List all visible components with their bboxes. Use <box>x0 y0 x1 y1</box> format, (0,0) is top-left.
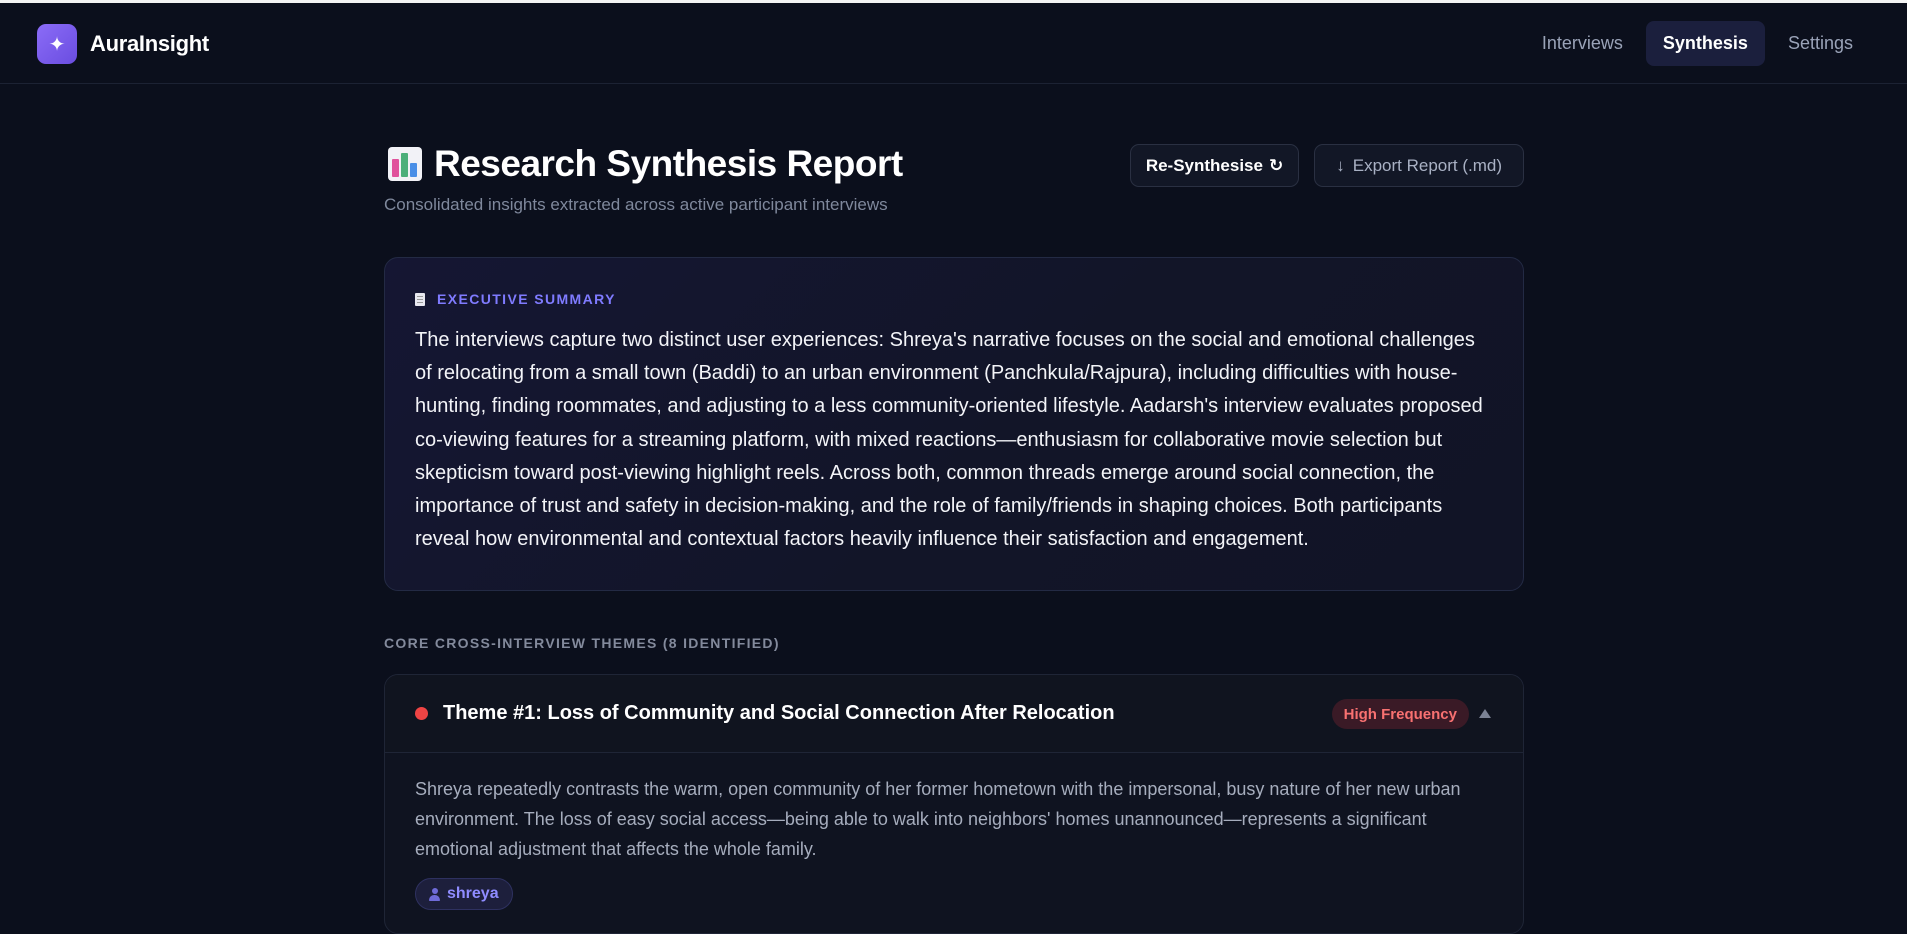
document-icon <box>415 292 425 306</box>
page-header: Research Synthesis Report Consolidated i… <box>384 84 1524 214</box>
executive-summary-label: EXECUTIVE SUMMARY <box>437 291 616 307</box>
theme-header[interactable]: Theme #1: Loss of Community and Social C… <box>385 675 1523 753</box>
main-content: Research Synthesis Report Consolidated i… <box>384 84 1524 934</box>
brand[interactable]: ✦ AuraInsight <box>37 24 209 64</box>
header-actions: Re-Synthesise ↻ ↓ Export Report (.md) <box>1129 144 1524 187</box>
export-report-button[interactable]: ↓ Export Report (.md) <box>1314 144 1524 187</box>
theme-description: Shreya repeatedly contrasts the warm, op… <box>415 779 1461 859</box>
resynthesise-label: Re-Synthesise <box>1145 155 1263 175</box>
frequency-badge: High Frequency <box>1331 699 1469 729</box>
nav-item-settings[interactable]: Settings <box>1771 21 1870 66</box>
executive-summary-heading: EXECUTIVE SUMMARY <box>415 291 1493 307</box>
main-nav: Interviews Synthesis Settings <box>1525 21 1870 66</box>
top-navigation-bar: ✦ AuraInsight Interviews Synthesis Setti… <box>0 0 1907 84</box>
theme-card: Theme #1: Loss of Community and Social C… <box>384 674 1524 934</box>
page-title-text: Research Synthesis Report <box>434 143 903 184</box>
nav-item-interviews[interactable]: Interviews <box>1525 21 1640 66</box>
export-label: Export Report (.md) <box>1352 155 1502 175</box>
sparkle-logo-icon: ✦ <box>37 24 77 64</box>
theme-body: Shreya repeatedly contrasts the warm, op… <box>385 753 1523 910</box>
refresh-icon: ↻ <box>1268 155 1284 175</box>
page-subtitle: Consolidated insights extracted across a… <box>384 195 888 214</box>
executive-summary-text: The interviews capture two distinct user… <box>415 329 1483 551</box>
participant-name: shreya <box>447 885 499 902</box>
executive-summary-card: EXECUTIVE SUMMARY The interviews capture… <box>384 257 1524 591</box>
download-arrow-icon: ↓ <box>1336 155 1345 175</box>
chevron-up-icon[interactable] <box>1479 709 1491 718</box>
person-icon <box>429 887 440 901</box>
themes-section-heading: CORE CROSS-INTERVIEW THEMES (8 IDENTIFIE… <box>384 635 780 651</box>
resynthesise-button[interactable]: Re-Synthesise ↻ <box>1129 144 1300 187</box>
nav-item-synthesis[interactable]: Synthesis <box>1645 21 1765 66</box>
page-title: Research Synthesis Report <box>388 143 903 185</box>
theme-title: Theme #1: Loss of Community and Social C… <box>443 702 1115 724</box>
frequency-dot-icon <box>415 707 428 720</box>
bar-chart-icon <box>388 147 422 181</box>
app-name: AuraInsight <box>90 31 209 56</box>
participant-tag[interactable]: shreya <box>415 878 513 910</box>
